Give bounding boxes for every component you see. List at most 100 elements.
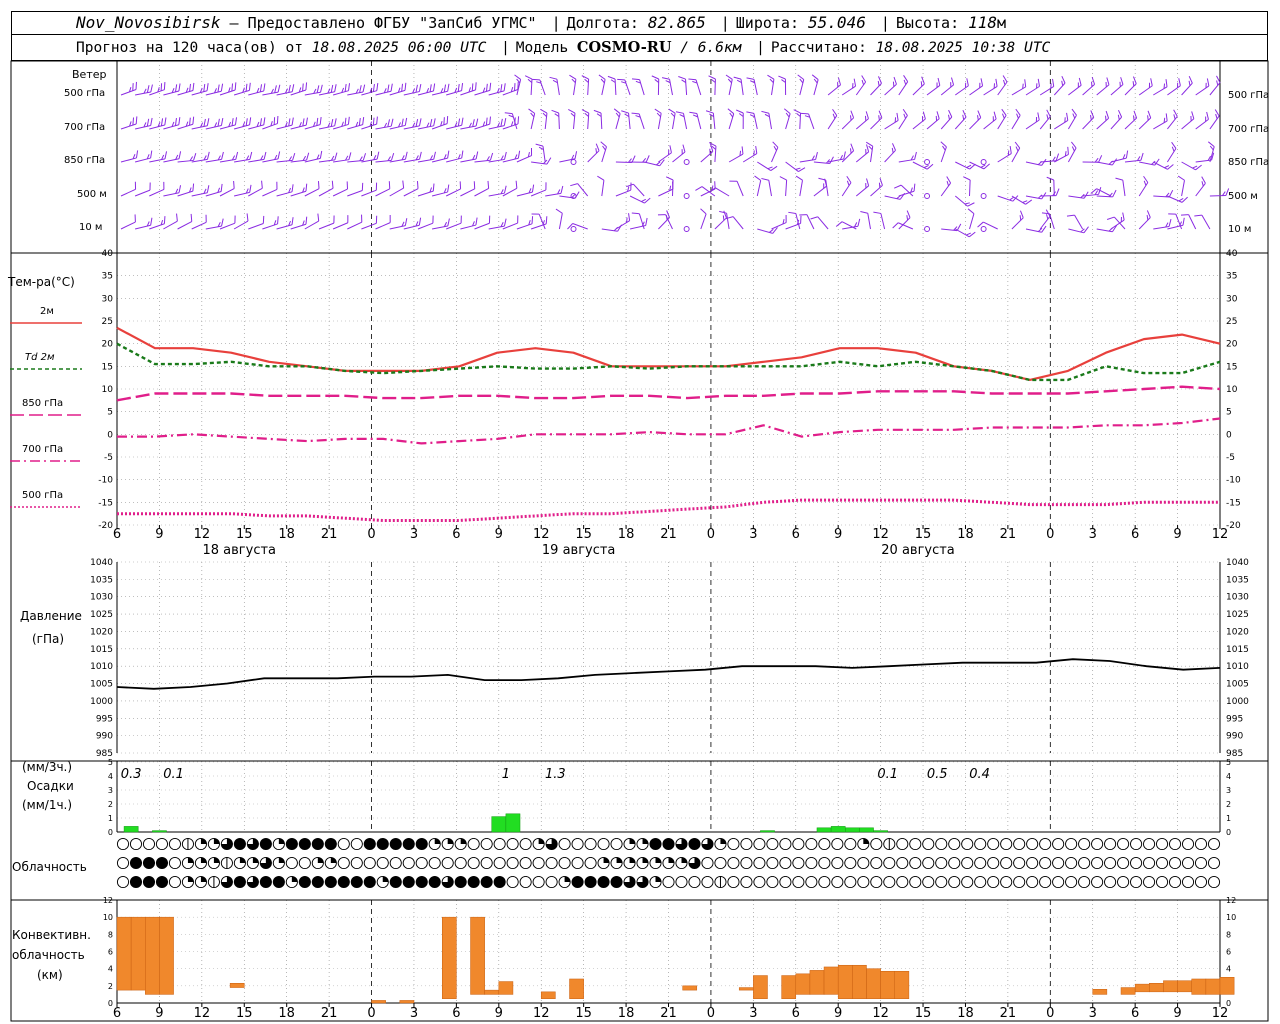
wind-barb <box>615 155 636 164</box>
precip-ytick-left: 0 <box>108 828 113 837</box>
cloud-cover-icon <box>168 837 182 851</box>
cloud-cover-icon <box>740 856 753 870</box>
wind-barb <box>912 111 926 130</box>
wind-barb <box>1181 161 1202 171</box>
wind-barb <box>1068 191 1089 199</box>
cloud-cover-icon <box>636 837 649 851</box>
wind-barb <box>532 78 546 96</box>
wind-barb <box>163 185 182 197</box>
wind-barb <box>1025 225 1047 233</box>
wind-barb <box>540 108 548 130</box>
wind-barb <box>1110 77 1124 96</box>
wind-barb <box>549 76 560 96</box>
cloud-cover-icon <box>350 856 363 870</box>
wind-barb <box>705 110 716 130</box>
cloud-cover-icon <box>1026 875 1039 889</box>
precip-bar <box>845 827 860 833</box>
pressure-ytick-right: 1040 <box>1226 558 1249 568</box>
wind-barb <box>983 78 998 96</box>
conv-x-tick-label: 3 <box>1089 1006 1097 1021</box>
cloud-cover-icon <box>870 837 883 851</box>
wind-barb <box>177 183 195 197</box>
pressure-ytick-left: 1035 <box>90 575 113 585</box>
wind-barb <box>545 185 564 197</box>
cloud-cover-icon <box>259 875 272 889</box>
cloud-cover-icon <box>116 875 130 889</box>
cloud-cover-icon <box>1039 837 1052 851</box>
wind-barb <box>1138 110 1152 130</box>
cloud-cover-icon <box>870 856 883 870</box>
wind-barb <box>631 78 645 96</box>
cloud-cover-icon <box>363 856 376 870</box>
wind-barb <box>983 111 997 130</box>
cloud-cover-icon <box>480 856 493 870</box>
cloud-cover-icon <box>389 875 402 889</box>
wind-barb <box>1011 210 1024 230</box>
cloud-cover-icon <box>1194 856 1208 870</box>
wind-barb <box>1194 214 1211 230</box>
cloud-cover-icon <box>1117 875 1130 889</box>
wind-barb <box>733 76 744 96</box>
conv-ytick-left: 6 <box>108 948 113 957</box>
conv-x-tick-label: 18 <box>618 1006 635 1021</box>
conv-x-tick-label: 6 <box>113 1006 121 1021</box>
wind-barb <box>631 112 645 130</box>
wind-barb <box>727 108 735 130</box>
conv-x-tick-label: 15 <box>915 1006 932 1021</box>
cloud-cover-icon <box>467 856 480 870</box>
wind-barb <box>754 175 762 197</box>
wind-barb <box>219 117 238 130</box>
conv-bar <box>795 973 811 995</box>
cloud-cover-icon <box>168 856 182 870</box>
pressure-ytick-right: 1015 <box>1226 645 1249 655</box>
cloud-cover-icon <box>532 856 545 870</box>
precip-bar <box>123 826 139 833</box>
cloud-cover-icon <box>714 856 727 870</box>
cloud-cover-icon <box>220 837 233 851</box>
cloud-cover-icon <box>701 875 714 889</box>
wind-barb <box>940 77 955 96</box>
wind-barb <box>233 184 252 197</box>
wind-barb <box>955 78 969 96</box>
pressure-ytick-left: 1005 <box>90 680 113 690</box>
cloud-cover-icon <box>909 856 922 870</box>
wind-barb <box>1209 188 1230 197</box>
cloud-cover-icon <box>389 837 402 851</box>
temp-ytick-right: -15 <box>1226 498 1241 508</box>
wind-barb <box>884 112 899 130</box>
temp-ytick-right: 0 <box>1226 430 1232 440</box>
wind-barb <box>1096 110 1110 130</box>
cloud-cover-icon <box>545 837 558 851</box>
cloud-cover-icon <box>168 875 182 889</box>
conv-ytick-right: 4 <box>1226 965 1231 974</box>
cloud-cover-icon <box>779 856 792 870</box>
cloud-cover-icon <box>1117 856 1130 870</box>
cloud-cover-icon <box>1052 856 1065 870</box>
cloud-cover-icon <box>246 856 259 870</box>
cloud-cover-icon <box>1168 837 1182 851</box>
wind-barb <box>488 218 507 230</box>
wind-barb <box>1195 78 1210 96</box>
conv-bar <box>866 968 881 999</box>
cloud-cover-icon <box>337 875 350 889</box>
cloud-cover-icon <box>935 875 948 889</box>
cloud-cover-icon <box>233 837 246 851</box>
wind-barb <box>668 108 676 130</box>
wind-barb <box>940 141 947 163</box>
cloud-cover-icon <box>1168 875 1182 889</box>
wind-barb <box>120 150 139 163</box>
wind-barb <box>1138 175 1149 197</box>
wind-barb <box>997 145 1012 163</box>
cloud-cover-icon <box>428 875 441 889</box>
precip-bar <box>505 813 521 833</box>
cloud-cover-icon <box>636 856 649 870</box>
cloud-cover-icon <box>1168 856 1182 870</box>
cloud-cover-icon <box>194 875 207 889</box>
x-tick-label: 6 <box>113 527 121 542</box>
wind-barb <box>615 182 632 197</box>
x-tick-label: 6 <box>1131 527 1139 542</box>
conv-bar <box>1177 980 1192 993</box>
cloud-cover-icon <box>844 875 857 889</box>
wind-calm <box>924 159 931 165</box>
wind-barb <box>954 195 975 207</box>
